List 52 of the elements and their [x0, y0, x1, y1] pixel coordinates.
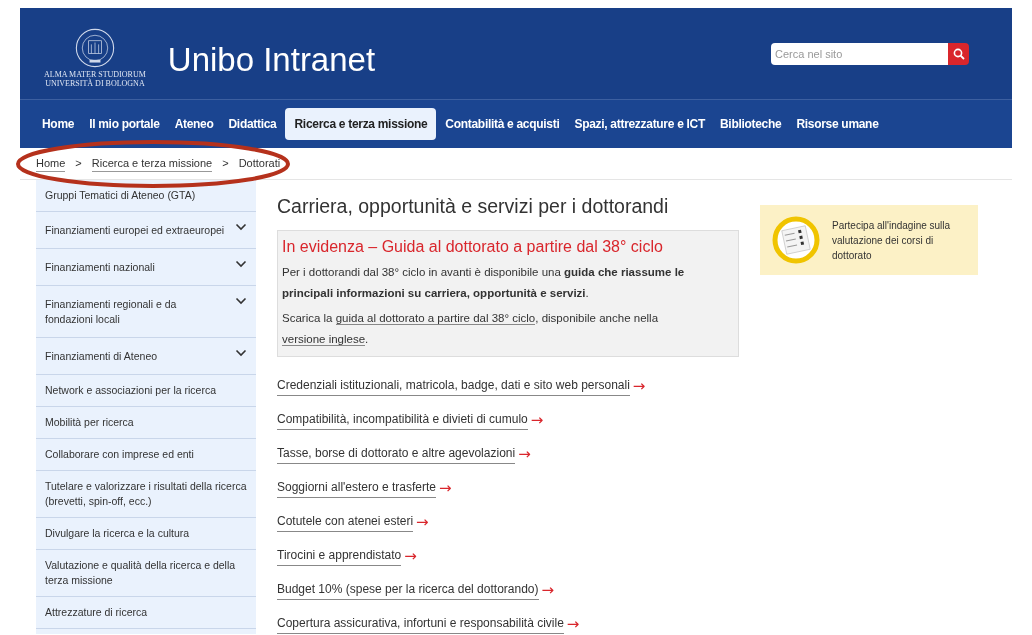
nav-tab[interactable]: Home: [36, 108, 81, 140]
breadcrumb-link[interactable]: Ricerca e terza missione: [91, 154, 213, 173]
search-icon: [952, 47, 965, 60]
sidebar-item[interactable]: Finanziamenti di Ateneo: [36, 338, 256, 375]
nav-tab[interactable]: Ateneo: [168, 108, 220, 140]
nav-tab[interactable]: Spazi, attrezzature e ICT: [568, 108, 711, 140]
sidebar-item[interactable]: Attrezzature di ricerca: [36, 597, 256, 629]
sidebar-item[interactable]: Valutazione e qualità della ricerca e della terza missione: [36, 550, 256, 597]
guide-link[interactable]: versione inglese: [282, 333, 366, 346]
sidebar-item[interactable]: Mobilità per ricerca: [36, 407, 256, 439]
sidebar-item[interactable]: Finanziamenti regionali e da fondazioni locali: [36, 286, 256, 338]
nav-tab[interactable]: Il mio portale: [83, 108, 166, 140]
university-name: ALMA MATER STUDIORUM: [44, 69, 146, 79]
highlight-title: In evidenza – Guida al dottorato a partire dal 38° ciclo: [282, 237, 664, 257]
sidebar-item[interactable]: Network e associazioni per la ricerca: [36, 375, 256, 407]
chevron-down-icon: [235, 297, 247, 305]
breadcrumb-separator: >: [222, 156, 229, 172]
topic-link[interactable]: Compatibilità, incompatibilità e divieti di cumulo →: [277, 410, 739, 430]
university-name: UNIVERSITÀ DI BOLOGNA: [45, 78, 145, 88]
nav-tab[interactable]: Risorse umane: [790, 108, 885, 140]
topic-link[interactable]: Credenziali istituzionali, matricola, badge, dati e sito web personali →: [277, 376, 739, 396]
topic-link[interactable]: Soggiorni all'estero e trasferte →: [277, 478, 739, 498]
breadcrumb-separator: >: [75, 156, 82, 172]
survey-form-icon: [772, 216, 820, 264]
highlight-paragraph: Per i dottorandi dal 38° ciclo in avanti è disponibile una guida che riassume le principali informazioni su carriera, opportunità e servizi.: [282, 265, 686, 301]
nav-tab[interactable]: Ricerca e terza missione: [285, 108, 437, 140]
survey-card[interactable]: Partecipa all'indagine sulla valutazione dei corsi di dottorato: [760, 205, 978, 275]
topic-link[interactable]: Tasse, borse di dottorato e altre agevolazioni →: [277, 444, 739, 464]
download-paragraph: Scarica la guida al dottorato a partire dal 38° ciclo, disponibile anche nella versione inglese.: [282, 311, 660, 348]
topic-link[interactable]: Budget 10% (spese per la ricerca del dottorando) →: [277, 580, 739, 600]
chevron-down-icon: [235, 349, 247, 357]
search-button[interactable]: [948, 42, 969, 65]
sidebar-item[interactable]: Gruppi Tematici di Ateneo (GTA): [36, 180, 256, 212]
topic-link[interactable]: Copertura assicurativa, infortuni e responsabilità civile →: [277, 614, 739, 634]
chevron-down-icon: [235, 223, 247, 231]
nav-tab[interactable]: Contabilità e acquisti: [439, 108, 566, 140]
search-field[interactable]: Cerca nel sito: [771, 42, 948, 65]
breadcrumb-link[interactable]: Home: [36, 154, 66, 173]
nav-tab[interactable]: Didattica: [222, 108, 283, 140]
seal-logo-icon: [74, 27, 115, 68]
site-title: Unibo Intranet: [167, 39, 376, 80]
sidebar-item[interactable]: Finanziamenti europei ed extraeuropei: [36, 212, 256, 249]
sidebar-item[interactable]: Finanziamenti nazionali: [36, 249, 256, 286]
chevron-down-icon: [235, 260, 247, 268]
breadcrumb-current: Dottorati: [238, 156, 281, 172]
topic-link[interactable]: Cotutele con atenei esteri →: [277, 512, 739, 532]
topic-link[interactable]: Tirocini e apprendistato →: [277, 546, 739, 566]
nav-tab[interactable]: Biblioteche: [714, 108, 788, 140]
page-title: Carriera, opportunità e servizi per i dottorandi: [277, 194, 670, 219]
sidebar-item[interactable]: Tutelare e valorizzare i risultati della ricerca (brevetti, spin-off, ecc.): [36, 471, 256, 518]
sidebar-item[interactable]: Divulgare la ricerca e la cultura: [36, 518, 256, 550]
sidebar-item[interactable]: Collaborare con imprese ed enti: [36, 439, 256, 471]
